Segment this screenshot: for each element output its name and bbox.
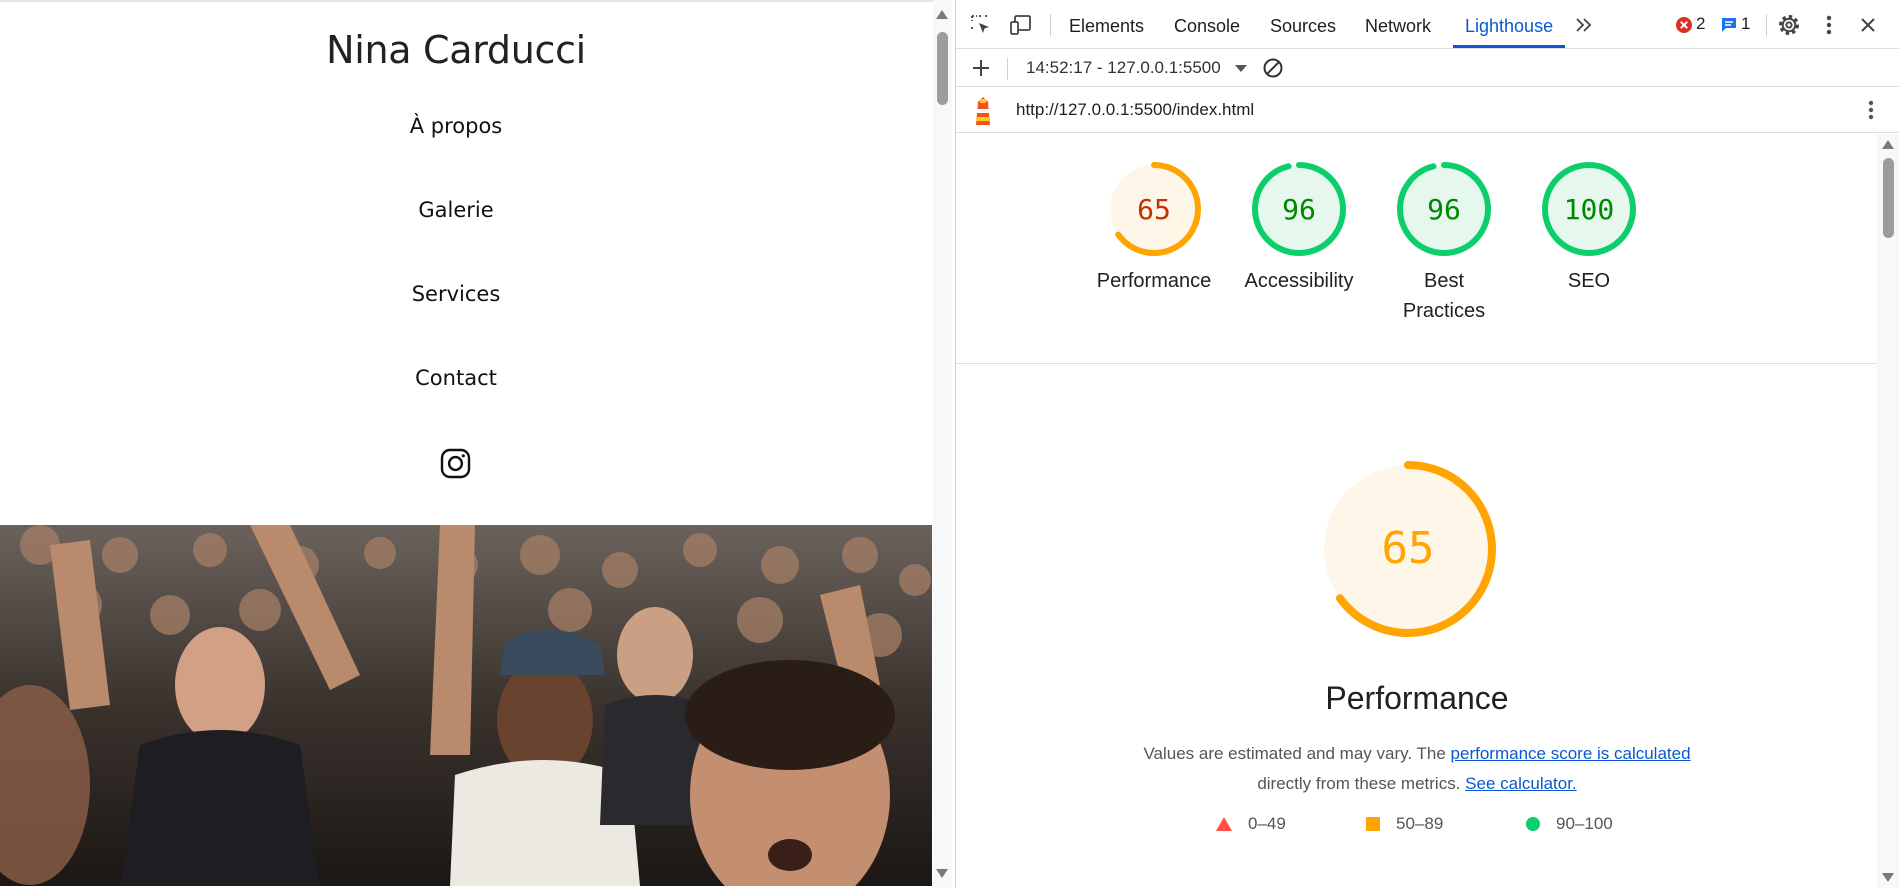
url-menu-icon[interactable] — [1858, 97, 1884, 123]
kebab-menu-icon[interactable] — [1816, 12, 1842, 38]
report-url-bar: http://127.0.0.1:5500/index.html — [956, 87, 1899, 133]
report-select[interactable]: 14:52:17 - 127.0.0.1:5500 — [1026, 55, 1248, 81]
preview-scrollbar[interactable] — [933, 0, 952, 888]
gauge-ring: 65 — [1107, 162, 1201, 256]
scrollbar-thumb[interactable] — [937, 32, 948, 105]
nav-link-a-propos[interactable]: À propos — [0, 114, 912, 138]
gauge-label: Accessibility — [1244, 270, 1354, 292]
performance-gauge-large: 65 — [1318, 459, 1498, 639]
lighthouse-report: 65 Performance 96 Accessibility 96 Best Practi… — [956, 134, 1878, 888]
scroll-down-arrow[interactable] — [936, 869, 948, 878]
gauge-score: 65 — [1137, 193, 1171, 226]
tab-console[interactable]: Console — [1174, 0, 1240, 48]
pass-circle-icon — [1526, 817, 1540, 831]
scroll-up-arrow[interactable] — [1882, 140, 1894, 149]
devtools-panel: Elements Console Sources Network Lightho… — [955, 0, 1899, 888]
nav-link-services[interactable]: Services — [0, 282, 912, 306]
site-title: Nina Carducci — [326, 28, 586, 72]
gauge-label: Performance — [1096, 270, 1212, 292]
error-count: 2 — [1696, 14, 1706, 33]
gauge-score: 100 — [1564, 193, 1615, 226]
error-icon[interactable] — [1674, 12, 1694, 38]
clear-icon[interactable] — [1260, 55, 1286, 81]
nav-link-galerie[interactable]: Galerie — [0, 198, 912, 222]
gear-icon[interactable] — [1776, 12, 1802, 38]
gauge-score: 96 — [1427, 193, 1461, 226]
desc-text-2: directly from these metrics. — [1257, 774, 1461, 793]
message-count: 1 — [1741, 14, 1751, 33]
gauge-ring: 100 — [1542, 162, 1636, 256]
hero-image — [0, 525, 932, 886]
toolbar-separator — [1050, 14, 1051, 36]
gauge-seo[interactable]: 100 SEO — [1519, 160, 1659, 296]
toolbar-separator — [1007, 58, 1008, 80]
average-square-icon — [1366, 817, 1380, 831]
instagram-icon[interactable] — [440, 448, 471, 479]
fail-triangle-icon — [1216, 817, 1232, 831]
tab-elements[interactable]: Elements — [1069, 0, 1144, 48]
gauge-best-practices[interactable]: 96 Best Practices — [1374, 160, 1514, 326]
nav-link-contact[interactable]: Contact — [0, 366, 912, 390]
inspect-element-icon[interactable] — [968, 12, 994, 38]
legend-fail-label: 0–49 — [1248, 814, 1286, 833]
gauge-performance[interactable]: 65 Performance — [1084, 160, 1224, 296]
gauge-label: Best Practices — [1402, 270, 1486, 322]
performance-description: Values are estimated and may vary. The p… — [1106, 739, 1728, 799]
gauge-label: SEO — [1567, 270, 1611, 292]
device-toolbar-icon[interactable] — [1008, 12, 1034, 38]
score-calculation-link[interactable]: performance score is calculated — [1451, 744, 1691, 763]
section-divider — [956, 363, 1878, 364]
page-preview: Nina Carducci À propos Galerie Services … — [0, 0, 933, 888]
more-tabs-icon[interactable] — [1571, 12, 1597, 38]
lighthouse-toolbar: 14:52:17 - 127.0.0.1:5500 — [956, 49, 1899, 87]
report-scrollbar[interactable] — [1877, 134, 1899, 888]
devtools-tabbar: Elements Console Sources Network Lightho… — [956, 0, 1899, 49]
legend-pass: 90–100 — [1526, 814, 1613, 834]
gauge-ring: 96 — [1397, 162, 1491, 256]
legend-average: 50–89 — [1366, 814, 1443, 834]
desc-text-1: Values are estimated and may vary. The — [1143, 744, 1451, 763]
gauge-accessibility[interactable]: 96 Accessibility — [1229, 160, 1369, 296]
tab-lighthouse[interactable]: Lighthouse — [1453, 0, 1566, 48]
scroll-down-arrow[interactable] — [1882, 873, 1894, 882]
legend-pass-label: 90–100 — [1556, 814, 1613, 833]
see-calculator-link[interactable]: See calculator. — [1465, 774, 1577, 793]
chevron-down-icon — [1235, 65, 1248, 73]
report-url[interactable]: http://127.0.0.1:5500/index.html — [1016, 100, 1254, 120]
close-icon[interactable] — [1855, 12, 1881, 38]
tab-network[interactable]: Network — [1365, 0, 1431, 48]
performance-section-title: Performance — [1325, 680, 1509, 716]
tab-sources[interactable]: Sources — [1270, 0, 1336, 48]
legend-fail: 0–49 — [1216, 814, 1286, 834]
performance-score-large: 65 — [1382, 523, 1435, 574]
message-icon[interactable] — [1719, 12, 1739, 38]
scrollbar-thumb[interactable] — [1883, 158, 1894, 238]
toolbar-separator — [1766, 14, 1767, 36]
gauge-ring: 96 — [1252, 162, 1346, 256]
gauge-score: 96 — [1282, 193, 1316, 226]
plus-icon[interactable] — [968, 55, 994, 81]
lighthouse-logo-icon — [972, 95, 994, 132]
report-select-value: 14:52:17 - 127.0.0.1:5500 — [1026, 58, 1221, 77]
scroll-up-arrow[interactable] — [936, 10, 948, 19]
legend-average-label: 50–89 — [1396, 814, 1444, 833]
